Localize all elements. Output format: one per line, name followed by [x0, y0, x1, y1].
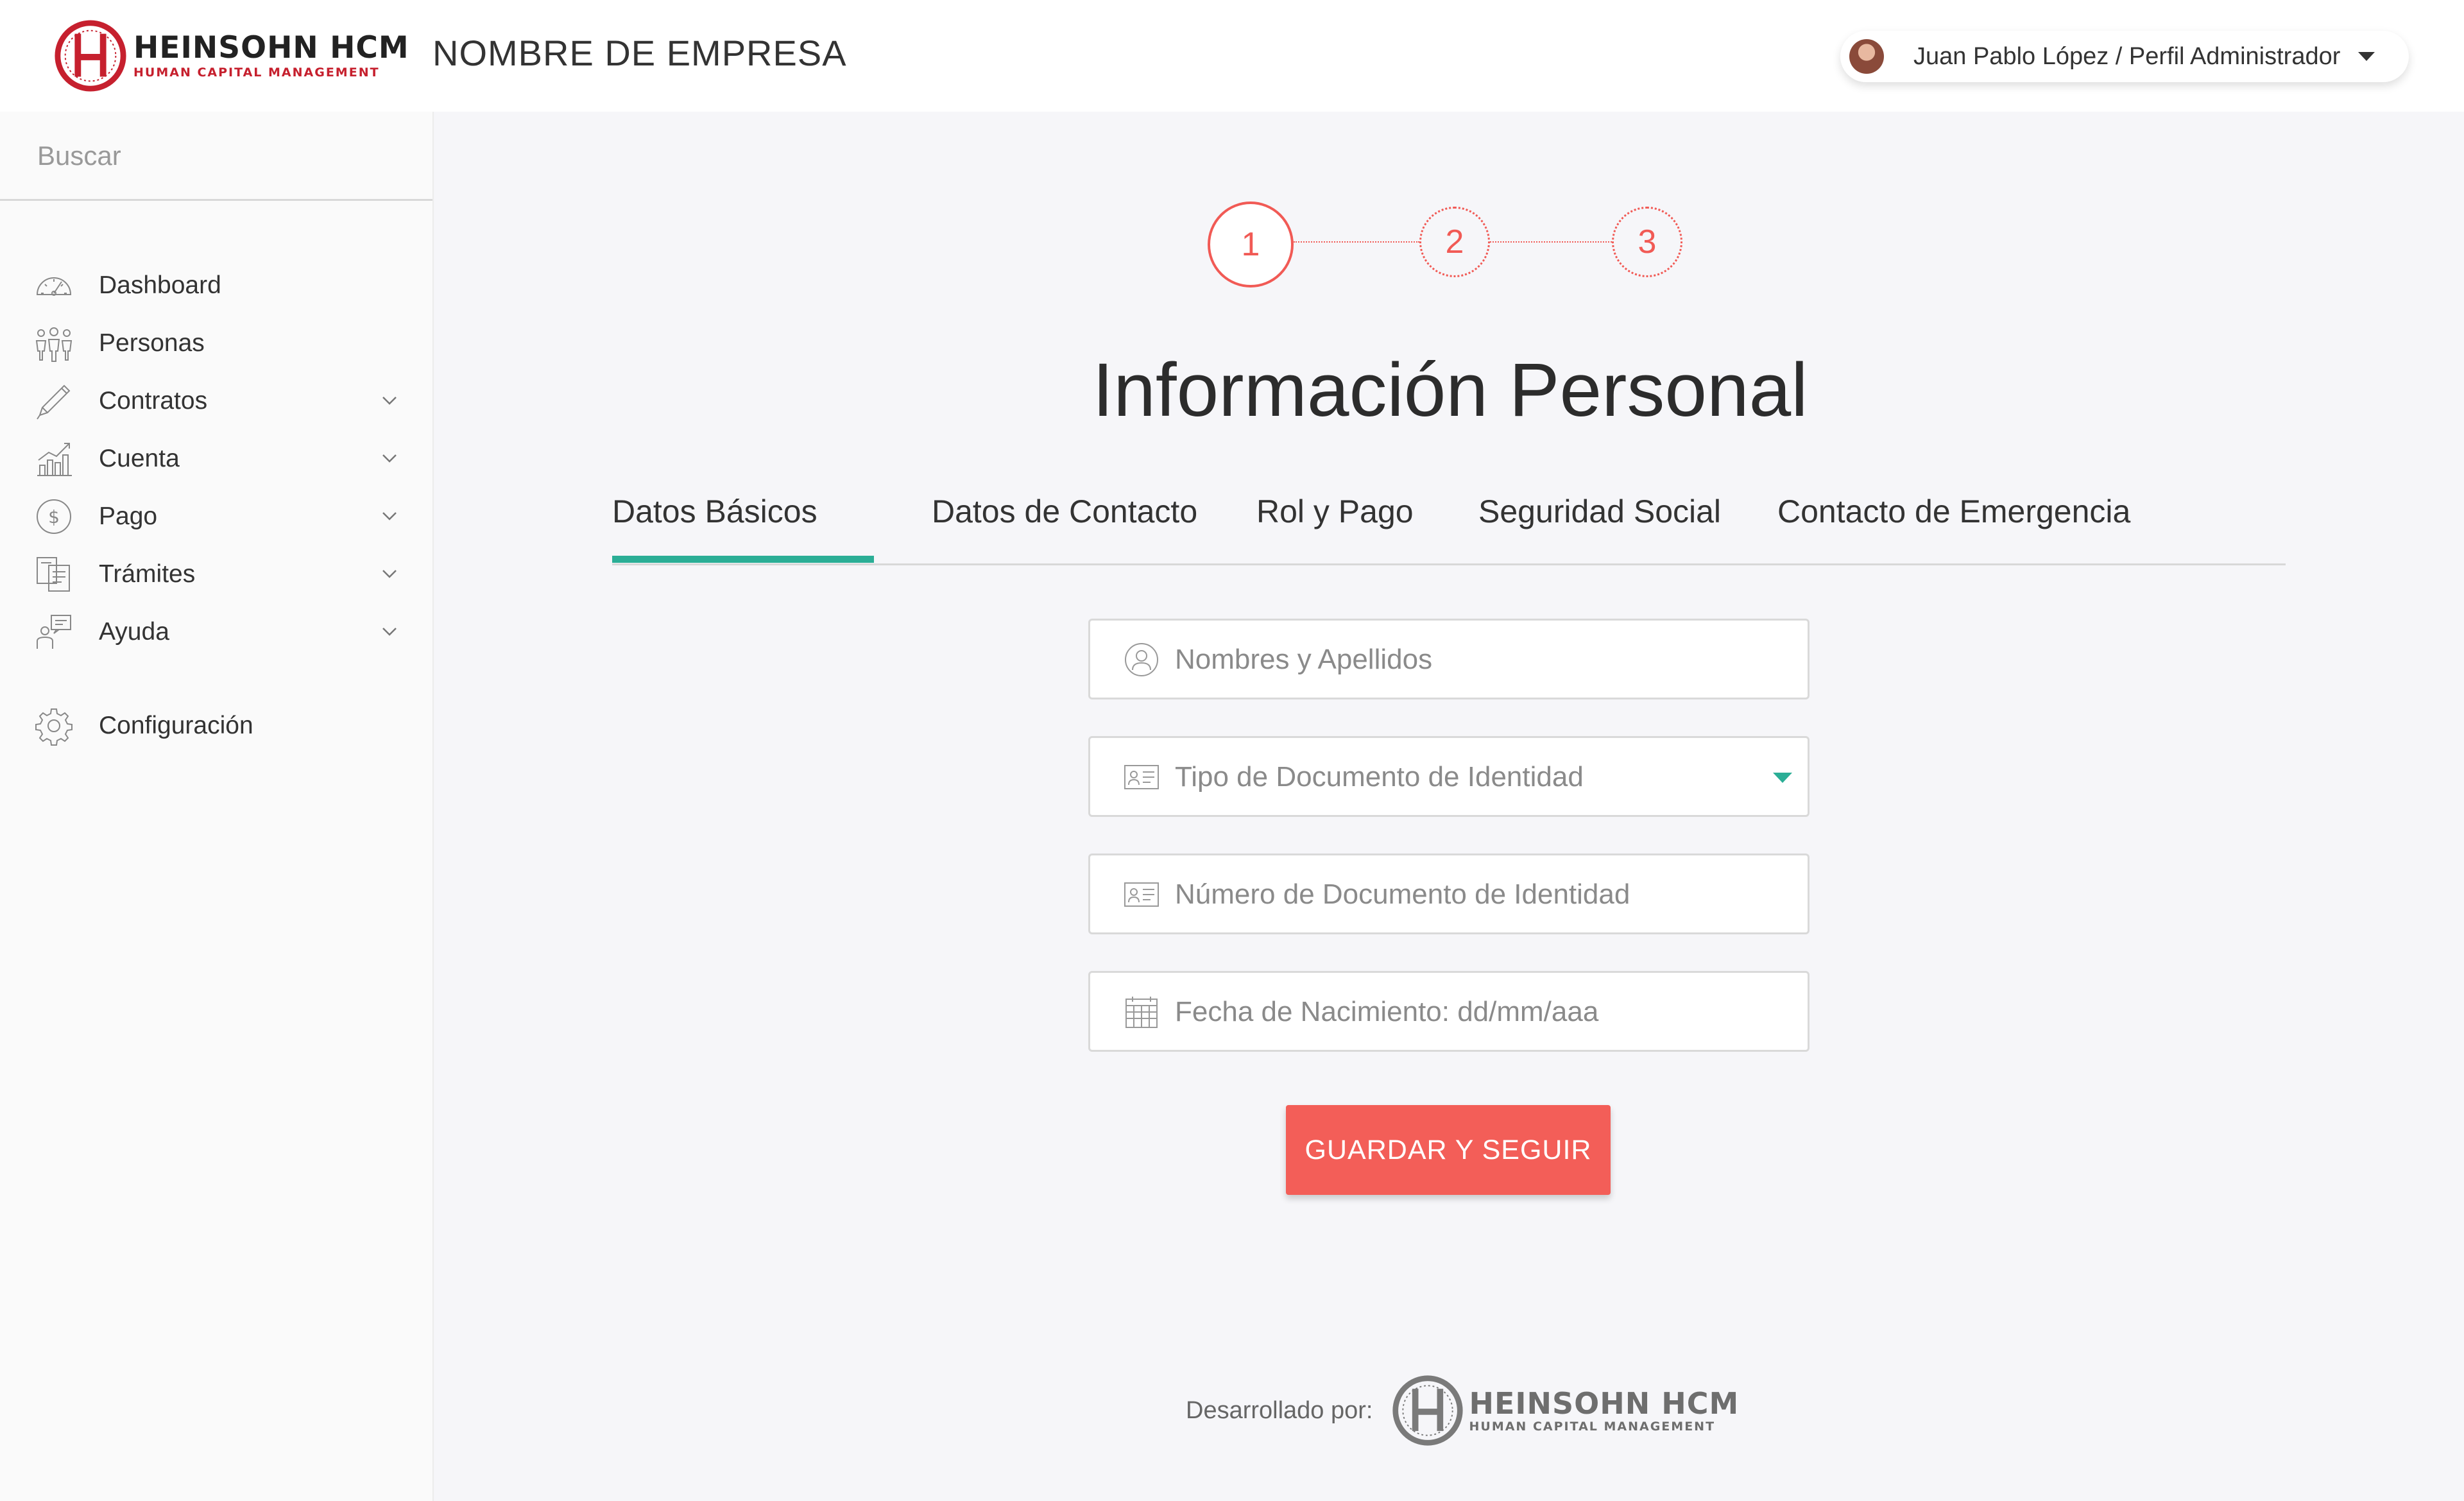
company-name: NOMBRE DE EMPRESA — [432, 33, 847, 73]
sidebar-item-pago[interactable]: $ Pago — [0, 488, 432, 545]
birthdate-input[interactable] — [1174, 991, 1754, 1033]
step-2[interactable]: 2 — [1419, 207, 1490, 277]
developed-by-label: Desarrollado por: — [1186, 1396, 1373, 1424]
sidebar-item-cuenta[interactable]: Cuenta — [0, 430, 432, 488]
step-1[interactable]: 1 — [1208, 202, 1294, 287]
id-card-icon — [1124, 765, 1159, 789]
tab-seguridad-social[interactable]: Seguridad Social — [1478, 493, 1721, 530]
top-header: HEINSOHN HCM HUMAN CAPITAL MANAGEMENT NO… — [0, 0, 2464, 112]
birthdate-field[interactable] — [1088, 971, 1810, 1052]
names-field[interactable] — [1088, 619, 1810, 699]
svg-text:$: $ — [48, 506, 60, 527]
sidebar-search — [0, 112, 432, 201]
form-tabs: Datos Básicos Datos de Contacto Rol y Pa… — [612, 488, 2286, 565]
caret-down-icon[interactable] — [1773, 773, 1792, 783]
chevron-down-icon — [382, 628, 397, 636]
chevron-down-icon — [382, 512, 397, 520]
people-icon — [35, 327, 73, 362]
stepper-connector — [1294, 241, 1419, 243]
caret-down-icon — [2358, 52, 2375, 61]
footer: Desarrollado por: HEINSOHN HCM HUMAN CAP… — [1186, 1372, 1739, 1449]
documents-icon — [37, 557, 70, 592]
brand-logo[interactable]: HEINSOHN HCM HUMAN CAPITAL MANAGEMENT — [53, 18, 409, 94]
sidebar-item-label: Pago — [99, 502, 158, 530]
sidebar-item-contratos[interactable]: Contratos — [0, 372, 432, 430]
page-title: Información Personal — [1092, 348, 1808, 433]
step-3[interactable]: 3 — [1612, 207, 1682, 277]
sidebar-item-label: Cuenta — [99, 445, 180, 472]
sidebar-item-label: Ayuda — [99, 618, 169, 646]
sidebar-item-tramites[interactable]: Trámites — [0, 545, 432, 603]
doc-type-input[interactable] — [1174, 756, 1754, 798]
logo-title: HEINSOHN HCM — [133, 30, 409, 65]
user-menu[interactable]: Juan Pablo López / Perfil Administrador — [1840, 31, 2409, 82]
sidebar-item-label: Configuración — [99, 712, 253, 739]
sidebar-nav: Dashboard Personas Contratos Cuenta $ Pa… — [0, 257, 432, 755]
chevron-down-icon — [382, 397, 397, 405]
heinsohn-h-logo-icon — [1392, 1375, 1464, 1446]
pencil-icon — [37, 384, 71, 420]
search-input[interactable] — [36, 137, 398, 175]
names-input[interactable] — [1174, 639, 1754, 681]
doc-number-field[interactable] — [1088, 853, 1810, 934]
tab-rol-pago[interactable]: Rol y Pago — [1256, 493, 1414, 530]
stepper-connector — [1490, 241, 1612, 243]
footer-logo-subtitle: HUMAN CAPITAL MANAGEMENT — [1469, 1420, 1716, 1434]
tab-datos-contacto[interactable]: Datos de Contacto — [932, 493, 1197, 530]
sidebar-item-label: Personas — [99, 329, 205, 357]
sidebar-item-label: Trámites — [99, 560, 196, 588]
sidebar-item-label: Contratos — [99, 387, 208, 415]
chevron-down-icon — [382, 454, 397, 463]
sidebar-item-configuracion[interactable]: Configuración — [0, 697, 432, 755]
dollar-coin-icon: $ — [37, 499, 71, 534]
active-tab-indicator — [612, 556, 874, 563]
heinsohn-h-logo-icon — [55, 20, 126, 92]
id-card-icon — [1124, 882, 1159, 907]
bar-chart-icon — [37, 443, 72, 476]
gear-icon — [35, 708, 73, 746]
sidebar-item-label: Dashboard — [99, 271, 221, 299]
logo-subtitle: HUMAN CAPITAL MANAGEMENT — [133, 65, 380, 80]
tab-datos-basicos[interactable]: Datos Básicos — [612, 493, 817, 530]
calendar-icon — [1125, 997, 1158, 1028]
sidebar-item-ayuda[interactable]: Ayuda — [0, 603, 432, 661]
sidebar: Dashboard Personas Contratos — [0, 112, 434, 1501]
help-person-icon — [37, 615, 71, 649]
speedometer-icon — [36, 277, 72, 296]
tab-contacto-emergencia[interactable]: Contacto de Emergencia — [1777, 493, 2130, 530]
user-icon — [1125, 643, 1158, 676]
doc-number-input[interactable] — [1174, 873, 1754, 916]
sidebar-item-dashboard[interactable]: Dashboard — [0, 257, 432, 314]
doc-type-select[interactable] — [1088, 736, 1810, 817]
chevron-down-icon — [382, 570, 397, 578]
stepper: 1 2 3 — [1206, 199, 1694, 290]
avatar — [1849, 39, 1884, 74]
sidebar-item-personas[interactable]: Personas — [0, 314, 432, 372]
save-and-continue-button[interactable]: GUARDAR Y SEGUIR — [1286, 1105, 1611, 1195]
footer-logo-title: HEINSOHN HCM — [1469, 1386, 1740, 1421]
user-label: Juan Pablo López / Perfil Administrador — [1913, 42, 2341, 70]
